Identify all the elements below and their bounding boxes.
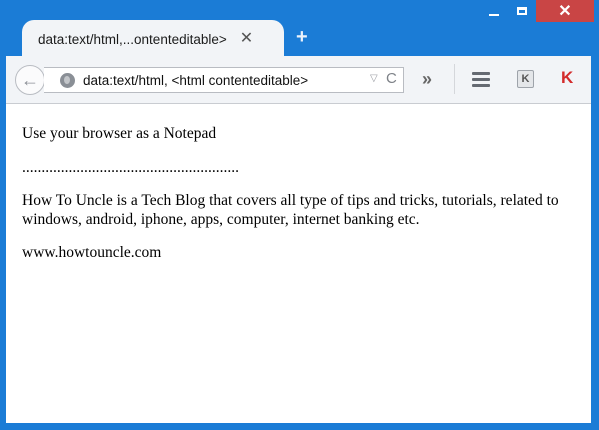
- minimize-button[interactable]: [480, 0, 508, 22]
- reload-icon[interactable]: C: [386, 70, 397, 87]
- kaspersky-icon[interactable]: K: [561, 68, 573, 88]
- new-tab-button[interactable]: +: [296, 27, 308, 47]
- tab-active[interactable]: data:text/html,...ontenteditable> ✕: [22, 20, 284, 58]
- editable-page-content[interactable]: Use your browser as a Notepad ..........…: [6, 104, 591, 423]
- content-line-dots: ........................................…: [22, 159, 239, 176]
- navigation-toolbar: ← data:text/html, <html contenteditable>…: [6, 56, 591, 104]
- tab-title: data:text/html,...ontenteditable>: [38, 31, 227, 47]
- toolbar-divider: [454, 64, 455, 94]
- url-text: data:text/html, <html contenteditable>: [83, 72, 309, 88]
- back-button[interactable]: ←: [15, 65, 45, 95]
- browser-window: ✕ data:text/html,...ontenteditable> ✕ + …: [0, 0, 599, 430]
- overflow-chevron-icon[interactable]: »: [422, 69, 432, 90]
- maximize-button[interactable]: [508, 0, 536, 22]
- address-bar[interactable]: data:text/html, <html contenteditable> ▽…: [44, 67, 404, 93]
- close-window-button[interactable]: ✕: [536, 0, 594, 22]
- back-arrow-icon: ←: [21, 69, 39, 90]
- tab-close-icon[interactable]: ✕: [240, 31, 253, 47]
- content-line-description: How To Uncle is a Tech Blog that covers …: [22, 192, 559, 228]
- window-controls: ✕: [480, 0, 594, 24]
- url-dropdown-icon[interactable]: ▽: [370, 73, 378, 84]
- content-line-website: www.howtouncle.com: [22, 244, 162, 261]
- content-line-title: Use your browser as a Notepad: [22, 125, 217, 142]
- globe-icon: [60, 72, 75, 88]
- close-icon: ✕: [558, 3, 572, 20]
- maximize-icon: [517, 7, 527, 15]
- menu-hamburger-icon[interactable]: [472, 72, 490, 90]
- k-extension-icon[interactable]: K: [517, 70, 534, 88]
- minimize-icon: [489, 14, 499, 16]
